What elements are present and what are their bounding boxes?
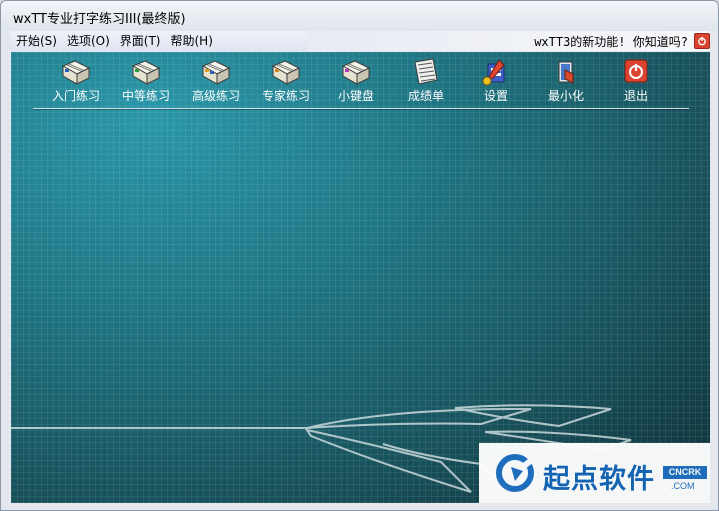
menu-group: 开始(S) 选项(O) 界面(T) 帮助(H) [11, 31, 307, 51]
book-icon [201, 60, 231, 85]
toolbar-label: 入门练习 [51, 89, 100, 103]
watermark: 起点软件 CNCRK .COM [479, 443, 710, 503]
toolbar-divider [33, 108, 689, 109]
watermark-text: 起点软件 [543, 464, 655, 495]
book-icon [131, 60, 161, 85]
logo-icon [496, 454, 535, 492]
watermark-sub: .COM [671, 481, 695, 491]
toolbar-numpad[interactable]: 小键盘 [321, 56, 391, 108]
toolbar-settings[interactable]: 设置 [461, 56, 531, 108]
menu-help[interactable]: 帮助(H) [166, 31, 218, 51]
report-icon [414, 58, 438, 85]
toolbar-beginner[interactable]: 入门练习 [41, 56, 111, 108]
toolbar-advanced[interactable]: 高级练习 [181, 56, 251, 108]
app-window: wxTT专业打字练习III(最终版) 开始(S) 选项(O) 界面(T) 帮助(… [0, 0, 719, 511]
watermark-badge: CNCRK [663, 466, 707, 479]
toolbar-report[interactable]: 成绩单 [391, 56, 461, 108]
minimize-icon [558, 61, 574, 84]
main-panel: 入门练习 中等练习 高级练习 专家练习 小键盘 成绩单 设置 最小化 退出 起点… [11, 52, 710, 503]
settings-icon [482, 59, 505, 86]
toolbar-intermediate[interactable]: 中等练习 [111, 56, 181, 108]
toolbar: 入门练习 中等练习 高级练习 专家练习 小键盘 成绩单 设置 最小化 退出 [11, 52, 710, 108]
toolbar-label: 小键盘 [337, 89, 374, 103]
toolbar-label: 中等练习 [121, 89, 170, 103]
menu-interface[interactable]: 界面(T) [115, 31, 166, 51]
toolbar-label: 高级练习 [191, 89, 240, 103]
exit-icon [624, 59, 648, 83]
menu-options[interactable]: 选项(O) [62, 31, 115, 51]
toolbar-minimize[interactable]: 最小化 [531, 56, 601, 108]
decorative-lines [11, 404, 632, 493]
title-bar: wxTT专业打字练习III(最终版) [1, 1, 718, 31]
new-features-link[interactable]: wxTT3的新功能! 你知道吗? [534, 33, 688, 50]
power-icon[interactable] [694, 33, 710, 49]
book-icon [61, 60, 91, 85]
toolbar-label: 退出 [623, 89, 648, 103]
toolbar-expert[interactable]: 专家练习 [251, 56, 321, 108]
toolbar-label: 专家练习 [261, 89, 310, 103]
toolbar-label: 成绩单 [407, 89, 444, 103]
window-title: wxTT专业打字练习III(最终版) [13, 12, 186, 27]
book-icon [341, 60, 371, 85]
book-icon [271, 60, 301, 85]
toolbar-exit[interactable]: 退出 [601, 56, 671, 108]
menu-bar: 开始(S) 选项(O) 界面(T) 帮助(H) wxTT3的新功能! 你知道吗? [11, 31, 710, 51]
menu-start[interactable]: 开始(S) [11, 31, 62, 51]
toolbar-label: 最小化 [547, 89, 584, 103]
toolbar-label: 设置 [483, 89, 508, 103]
